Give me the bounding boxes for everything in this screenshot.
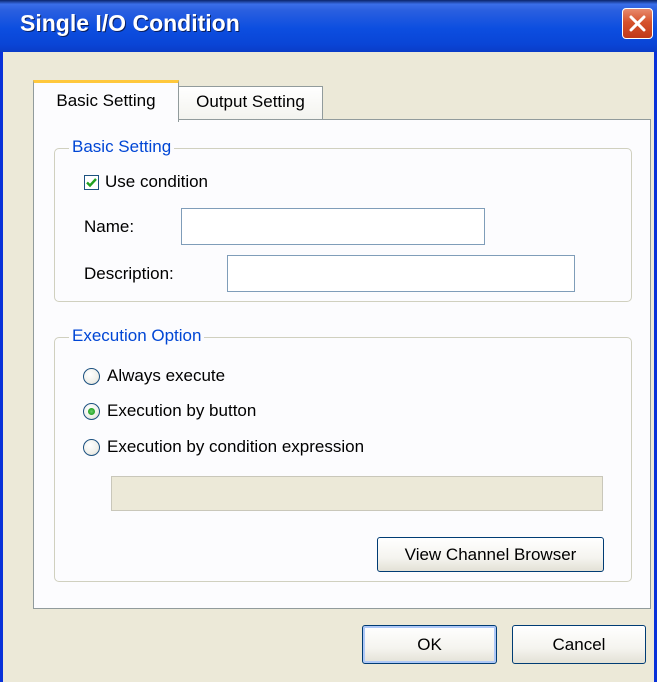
- view-channel-browser-button[interactable]: View Channel Browser: [377, 537, 604, 572]
- execution-by-condition-radio[interactable]: [83, 439, 100, 456]
- title-bar[interactable]: Single I/O Condition: [0, 0, 657, 52]
- tab-basic-setting[interactable]: Basic Setting: [33, 80, 179, 122]
- execution-by-button-label[interactable]: Execution by button: [107, 401, 256, 421]
- tab-output-setting[interactable]: Output Setting: [178, 86, 323, 120]
- use-condition-label[interactable]: Use condition: [105, 172, 208, 192]
- execution-option-group-title: Execution Option: [69, 326, 205, 346]
- always-execute-radio[interactable]: [83, 368, 100, 385]
- ok-button[interactable]: OK: [362, 625, 497, 664]
- basic-setting-group-title: Basic Setting: [69, 137, 175, 157]
- execution-by-condition-label[interactable]: Execution by condition expression: [107, 437, 364, 457]
- always-execute-label[interactable]: Always execute: [107, 366, 225, 386]
- window-title: Single I/O Condition: [20, 10, 240, 36]
- name-label: Name:: [84, 217, 135, 236]
- description-input[interactable]: [227, 255, 575, 292]
- close-button[interactable]: [622, 8, 653, 39]
- execution-by-button-radio[interactable]: [83, 403, 100, 420]
- description-label: Description:: [84, 264, 174, 283]
- close-icon: [629, 15, 646, 32]
- use-condition-checkbox[interactable]: [84, 175, 99, 190]
- dialog-window: Single I/O Condition Basic Setting Outpu…: [0, 0, 657, 682]
- cancel-button[interactable]: Cancel: [512, 625, 646, 664]
- name-input[interactable]: [181, 208, 485, 245]
- tab-panel: Basic Setting Use condition Name: Descri…: [33, 119, 651, 609]
- check-icon: [86, 178, 97, 188]
- radio-selected-dot: [88, 408, 95, 415]
- condition-expression-input[interactable]: [111, 476, 603, 511]
